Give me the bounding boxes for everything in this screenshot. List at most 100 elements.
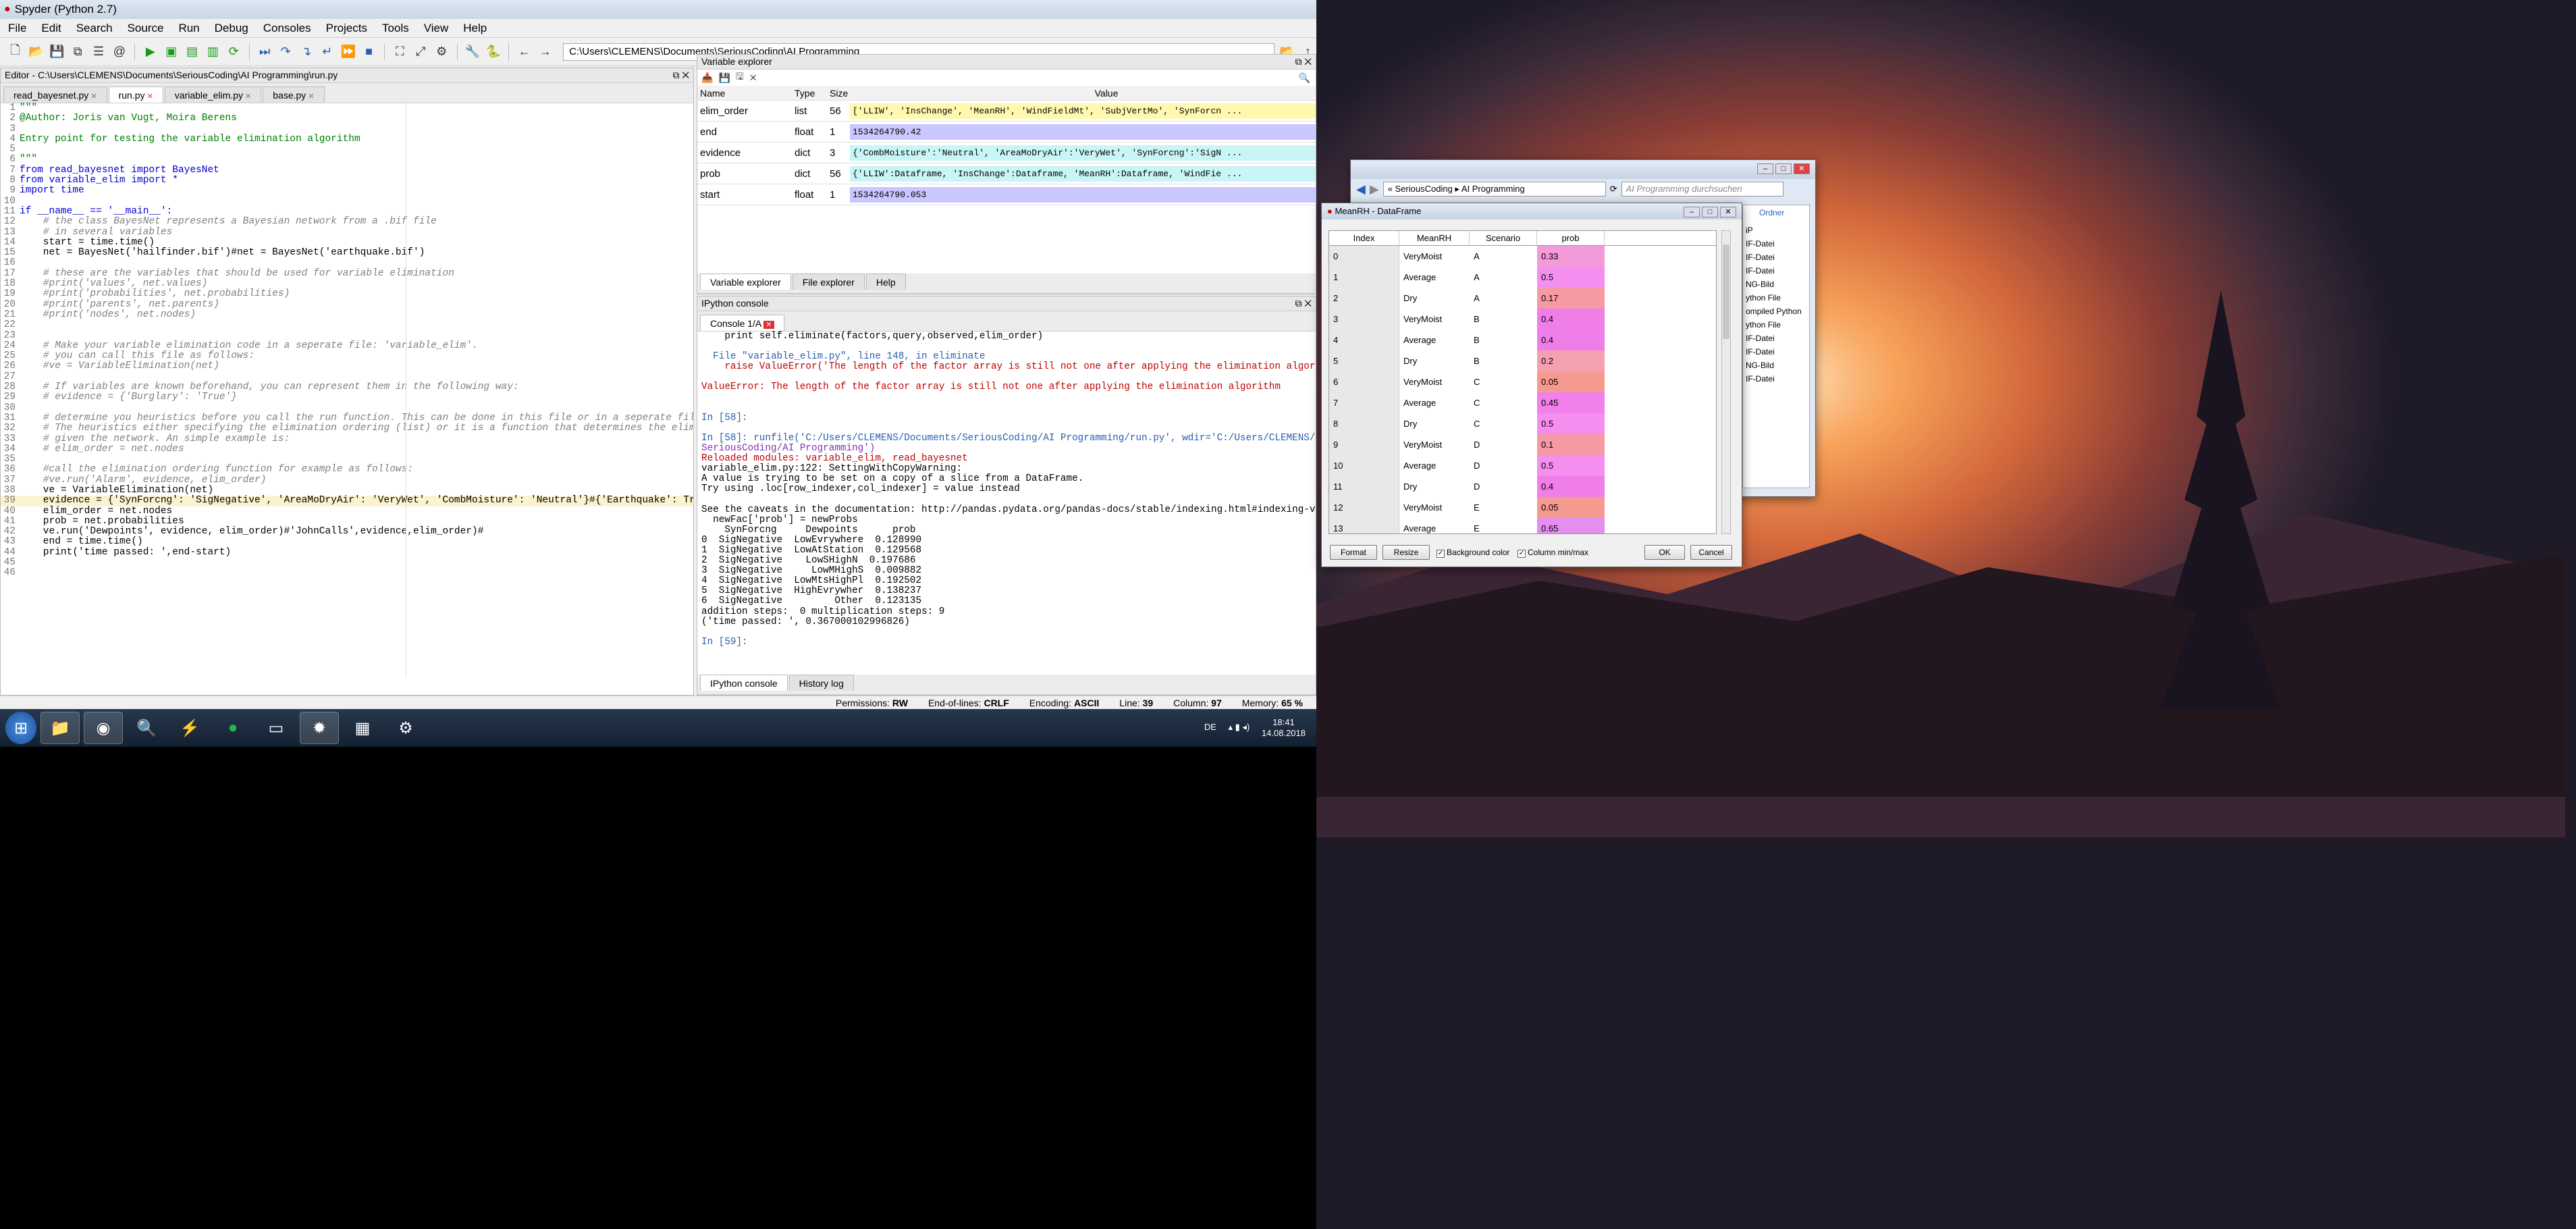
dataframe-table[interactable]: Index MeanRH Scenario prob 0 VeryMoist A 0.33 1… bbox=[1329, 230, 1717, 534]
system-tray[interactable]: DE ▴ ▮ ◂) 18:41 14.08.2018 bbox=[1204, 717, 1316, 739]
variable-row[interactable]: prob dict 56 {'LLIW':Dataframe, 'InsChange'… bbox=[697, 163, 1316, 184]
refresh-icon[interactable]: ⟳ bbox=[1610, 184, 1617, 194]
pane-controls[interactable]: ⧉ ✕ bbox=[672, 70, 689, 81]
editor-tab[interactable]: read_bayesnet.py ✕ bbox=[3, 86, 107, 103]
file-type-cell[interactable]: IF-Datei bbox=[1743, 253, 1809, 266]
file-type-cell[interactable]: IF-Datei bbox=[1743, 334, 1809, 347]
editor-tab[interactable]: variable_elim.py ✕ bbox=[164, 86, 262, 103]
list-icon[interactable]: ☰ bbox=[90, 43, 107, 61]
variable-row[interactable]: start float 1 1534264790.053 bbox=[697, 184, 1316, 205]
explorer-breadcrumb[interactable]: « SeriousCoding ▸ AI Programming bbox=[1383, 182, 1606, 197]
at-icon[interactable]: @ bbox=[111, 43, 128, 61]
spyder-icon[interactable]: ✹ bbox=[300, 712, 339, 744]
format-button[interactable]: Format bbox=[1330, 545, 1377, 560]
file-type-cell[interactable]: ython File bbox=[1743, 320, 1809, 334]
menu-item[interactable]: Projects bbox=[326, 22, 367, 35]
df-row[interactable]: 4 Average B 0.4 bbox=[1329, 330, 1716, 350]
window-app-icon[interactable]: ▦ bbox=[343, 712, 382, 744]
df-column-header[interactable]: Index bbox=[1329, 231, 1399, 246]
column-minmax-checkbox[interactable]: ✓ Column min/max bbox=[1518, 548, 1588, 558]
menu-item[interactable]: Consoles bbox=[263, 22, 311, 35]
file-type-cell[interactable]: IF-Datei bbox=[1743, 347, 1809, 361]
remove-all-icon[interactable]: ✕ bbox=[749, 72, 757, 84]
view-options[interactable]: Ordner bbox=[1759, 208, 1784, 217]
editor-tab[interactable]: run.py ✕ bbox=[108, 86, 163, 103]
tray-icons[interactable]: ▴ ▮ ◂) bbox=[1229, 722, 1250, 732]
file-type-cell[interactable]: ython File bbox=[1743, 293, 1809, 307]
terminal-icon[interactable]: ▭ bbox=[257, 712, 296, 744]
python-icon[interactable]: 🐍 bbox=[485, 43, 502, 61]
pane-controls[interactable]: ⧉ ✕ bbox=[1295, 56, 1312, 68]
df-row[interactable]: 1 Average A 0.5 bbox=[1329, 267, 1716, 288]
pane-controls[interactable]: ⧉ ✕ bbox=[1295, 298, 1312, 309]
file-type-cell[interactable]: NG-Bild bbox=[1743, 361, 1809, 374]
menu-item[interactable]: View bbox=[424, 22, 449, 35]
ok-button[interactable]: OK bbox=[1644, 545, 1685, 560]
window-controls[interactable]: – □ ✕ bbox=[1755, 163, 1810, 176]
close-icon[interactable]: ✕ bbox=[306, 93, 314, 101]
column-header[interactable]: Type bbox=[795, 88, 830, 99]
df-row[interactable]: 10 Average D 0.5 bbox=[1329, 455, 1716, 476]
step-into-icon[interactable]: ↴ bbox=[298, 43, 315, 61]
column-header[interactable]: Name bbox=[700, 88, 795, 99]
step-icon[interactable]: ↷ bbox=[277, 43, 294, 61]
df-row[interactable]: 5 Dry B 0.2 bbox=[1329, 350, 1716, 371]
run-cell-icon[interactable]: ▣ bbox=[163, 43, 180, 61]
editor-tab[interactable]: base.py ✕ bbox=[263, 86, 325, 103]
stop-debug-icon[interactable]: ■ bbox=[360, 43, 377, 61]
import-data-icon[interactable]: 📥 bbox=[701, 72, 713, 84]
column-header[interactable]: Size bbox=[830, 88, 850, 99]
save-as-icon[interactable]: 🖫 bbox=[736, 70, 744, 86]
save-all-icon[interactable]: ⧉ bbox=[70, 43, 86, 61]
df-row[interactable]: 3 VeryMoist B 0.4 bbox=[1329, 309, 1716, 330]
file-explorer-icon[interactable]: 📁 bbox=[41, 712, 80, 744]
df-row[interactable]: 0 VeryMoist A 0.33 bbox=[1329, 246, 1716, 267]
menu-item[interactable]: Debug bbox=[215, 22, 248, 35]
dataframe-scrollbar[interactable] bbox=[1721, 230, 1731, 534]
debug-icon[interactable]: ⏭ bbox=[257, 43, 273, 61]
save-data-icon[interactable]: 💾 bbox=[718, 72, 730, 84]
run-cell-advance-icon[interactable]: ▤ bbox=[184, 43, 200, 61]
close-icon[interactable]: ✕ bbox=[763, 321, 774, 329]
run-selection-icon[interactable]: ▥ bbox=[205, 43, 221, 61]
df-row[interactable]: 8 Dry C 0.5 bbox=[1329, 413, 1716, 434]
forward-arrow-icon[interactable]: ▶ bbox=[1370, 182, 1379, 197]
df-row[interactable]: 12 VeryMoist E 0.05 bbox=[1329, 497, 1716, 518]
df-row[interactable]: 2 Dry A 0.17 bbox=[1329, 288, 1716, 309]
menu-item[interactable]: Run bbox=[178, 22, 199, 35]
file-type-cell[interactable]: iP bbox=[1743, 226, 1809, 239]
df-row[interactable]: 7 Average C 0.45 bbox=[1329, 392, 1716, 413]
close-icon[interactable]: ✕ bbox=[243, 93, 251, 101]
forward-arrow-icon[interactable]: → bbox=[537, 43, 554, 61]
resize-button[interactable]: Resize bbox=[1383, 545, 1430, 560]
column-header[interactable]: Value bbox=[850, 88, 1316, 99]
df-column-header[interactable]: MeanRH bbox=[1399, 231, 1470, 246]
run-icon[interactable]: ▶ bbox=[142, 43, 159, 61]
df-column-header[interactable]: prob bbox=[1537, 231, 1605, 246]
df-row[interactable]: 9 VeryMoist D 0.1 bbox=[1329, 434, 1716, 455]
cancel-button[interactable]: Cancel bbox=[1690, 545, 1732, 560]
options-icon[interactable]: ⚙ bbox=[433, 43, 450, 61]
file-type-cell[interactable]: IF-Datei bbox=[1743, 266, 1809, 280]
window-controls[interactable]: – □ ✕ bbox=[1682, 206, 1736, 217]
spotify-icon[interactable]: ● bbox=[213, 712, 252, 744]
fullscreen-icon[interactable]: ⤢ bbox=[412, 43, 429, 61]
df-column-header[interactable]: Scenario bbox=[1470, 231, 1537, 246]
menu-item[interactable]: Help bbox=[463, 22, 487, 35]
code-editor[interactable]: 1 """ 2 @Author: Joris van Vugt, Moira Bere… bbox=[1, 103, 693, 677]
file-type-cell[interactable]: IF-Datei bbox=[1743, 374, 1809, 388]
settings-app-icon[interactable]: ⚙ bbox=[386, 712, 425, 744]
df-row[interactable]: 11 Dry D 0.4 bbox=[1329, 476, 1716, 497]
open-file-icon[interactable]: 📂 bbox=[28, 43, 45, 61]
save-icon[interactable]: 💾 bbox=[49, 43, 65, 61]
maximize-pane-icon[interactable]: ⛶ bbox=[392, 43, 408, 61]
console-bottom-tab[interactable]: IPython console bbox=[700, 675, 788, 691]
file-type-cell[interactable]: IF-Datei bbox=[1743, 239, 1809, 253]
df-row[interactable]: 13 Average E 0.65 bbox=[1329, 518, 1716, 533]
background-color-checkbox[interactable]: ✓ Background color bbox=[1437, 548, 1509, 558]
close-icon[interactable]: ✕ bbox=[145, 93, 153, 101]
menu-item[interactable]: File bbox=[8, 22, 26, 35]
start-button-icon[interactable]: ⊞ bbox=[5, 712, 36, 744]
new-file-icon[interactable]: 🗋 bbox=[7, 43, 24, 61]
menu-item[interactable]: Edit bbox=[41, 22, 61, 35]
